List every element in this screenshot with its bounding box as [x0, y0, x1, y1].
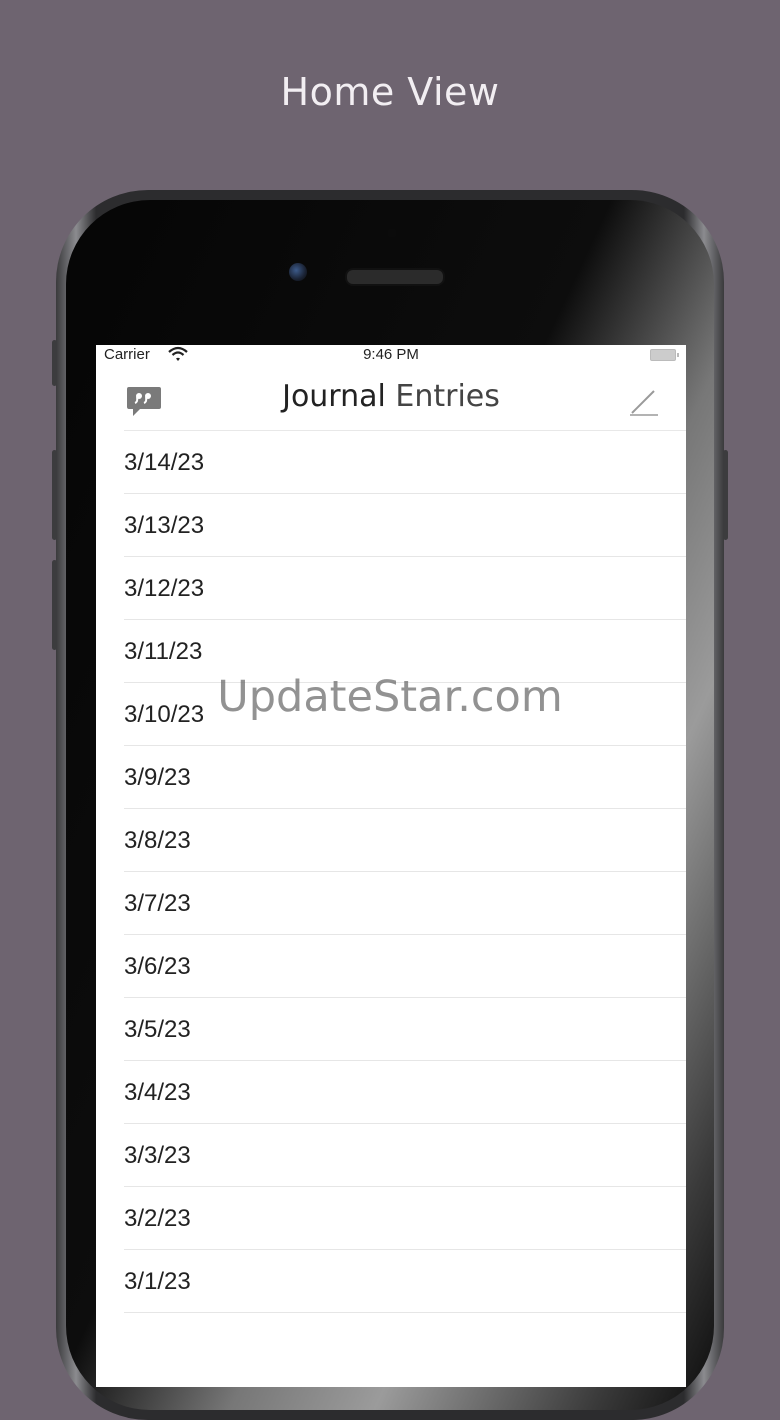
entry-date-label: 3/8/23: [124, 827, 191, 854]
mute-switch: [52, 340, 57, 386]
entry-date-label: 3/9/23: [124, 764, 191, 791]
front-camera: [289, 263, 307, 281]
entry-date-label: 3/6/23: [124, 953, 191, 980]
list-item[interactable]: 3/9/23: [124, 746, 686, 809]
power-button: [723, 450, 728, 540]
status-bar: Carrier 9:46 PM: [96, 345, 686, 365]
list-item[interactable]: 3/11/23: [124, 620, 686, 683]
list-item[interactable]: 3/12/23: [124, 557, 686, 620]
list-item[interactable]: 3/4/23: [124, 1061, 686, 1124]
nav-title-word-2: Entries: [395, 379, 500, 414]
battery-icon: [650, 349, 679, 361]
entry-date-label: 3/14/23: [124, 449, 205, 476]
entry-date-label: 3/1/23: [124, 1268, 191, 1295]
volume-up-button: [52, 450, 57, 540]
entry-date-label: 3/5/23: [124, 1016, 191, 1043]
entry-date-label: 3/3/23: [124, 1142, 191, 1169]
proximity-sensor: [387, 228, 397, 238]
status-time: 9:46 PM: [363, 346, 419, 363]
list-item[interactable]: 3/6/23: [124, 935, 686, 998]
entry-date-label: 3/13/23: [124, 512, 205, 539]
volume-down-button: [52, 560, 57, 650]
entry-date-label: 3/12/23: [124, 575, 205, 602]
list-item[interactable]: 3/13/23: [124, 494, 686, 557]
entry-date-label: 3/2/23: [124, 1205, 191, 1232]
entry-date-label: 3/10/23: [124, 701, 205, 728]
list-item[interactable]: 3/5/23: [124, 998, 686, 1061]
list-item[interactable]: 3/8/23: [124, 809, 686, 872]
nav-title-word-1: Journal: [282, 379, 386, 414]
entry-date-label: 3/4/23: [124, 1079, 191, 1106]
earpiece-speaker: [345, 268, 445, 286]
list-item[interactable]: 3/2/23: [124, 1187, 686, 1250]
list-item[interactable]: 3/3/23: [124, 1124, 686, 1187]
list-item[interactable]: 3/1/23: [124, 1250, 686, 1313]
compose-button[interactable]: [626, 385, 660, 419]
compose-icon: [630, 390, 658, 416]
list-item[interactable]: 3/10/23: [124, 683, 686, 746]
journal-entry-list: 3/14/23 3/13/23 3/12/23 3/11/23 3/10/23 3/9/2…: [96, 431, 686, 1313]
app-screen: Carrier 9:46 PM Journal Entries 3/14/23 …: [96, 345, 686, 1387]
page-caption: Home View: [280, 70, 500, 114]
entry-date-label: 3/7/23: [124, 890, 191, 917]
list-item[interactable]: 3/7/23: [124, 872, 686, 935]
nav-title: Journal Entries: [96, 379, 686, 414]
entry-date-label: 3/11/23: [124, 638, 203, 665]
navigation-bar: Journal Entries: [96, 369, 686, 431]
list-item[interactable]: 3/14/23: [124, 431, 686, 494]
